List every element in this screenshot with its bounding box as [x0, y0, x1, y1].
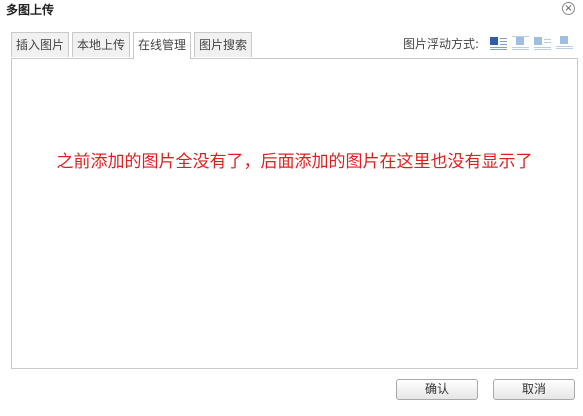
- online-manage-panel: 之前添加的图片全没有了，后面添加的图片在这里也没有显示了: [11, 58, 578, 369]
- confirm-button[interactable]: 确认: [396, 379, 478, 400]
- tab-image-search[interactable]: 图片搜索: [194, 32, 253, 57]
- image-float-options: 图片浮动方式:: [403, 35, 573, 51]
- float-none-icon[interactable]: [490, 36, 507, 50]
- float-right-icon[interactable]: [534, 36, 551, 50]
- float-center-icon[interactable]: [556, 36, 573, 50]
- tab-local-upload[interactable]: 本地上传: [72, 32, 131, 57]
- float-left-icon[interactable]: [512, 36, 529, 50]
- float-label: 图片浮动方式:: [402, 36, 479, 51]
- dialog-title: 多图上传: [6, 3, 55, 17]
- cancel-button[interactable]: 取消: [493, 379, 575, 400]
- close-icon[interactable]: ×: [562, 2, 575, 15]
- tab-insert-image[interactable]: 插入图片: [11, 32, 70, 57]
- dialog-titlebar: 多图上传 ×: [0, 0, 583, 18]
- tab-online-manage[interactable]: 在线管理: [133, 32, 192, 59]
- tab-bar: 插入图片 本地上传 在线管理 图片搜索: [11, 32, 255, 59]
- panel-message: 之前添加的图片全没有了，后面添加的图片在这里也没有显示了: [56, 152, 533, 172]
